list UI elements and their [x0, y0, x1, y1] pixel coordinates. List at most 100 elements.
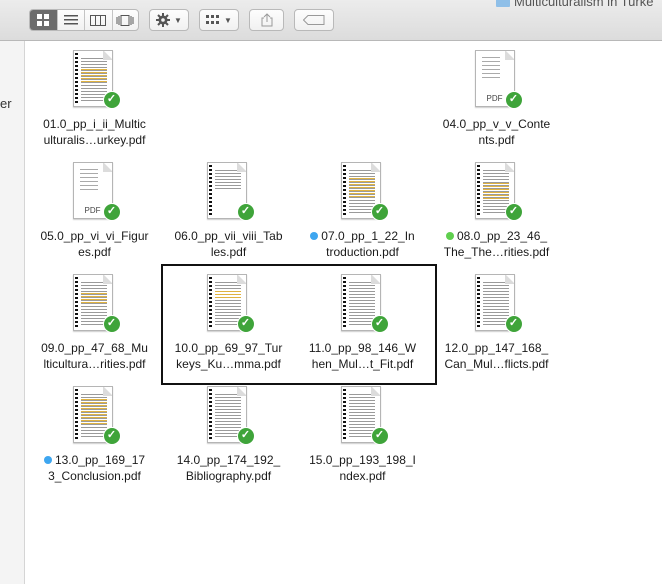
file-item[interactable]: PDF ✓ 04.0_pp_v_v_Conte nts.pdf [429, 50, 564, 162]
share-icon [261, 13, 272, 27]
action-menu-button[interactable]: ▼ [149, 9, 189, 31]
file-item[interactable]: ✓ 11.0_pp_98_146_W hen_Mul…t_Fit.pdf [295, 274, 430, 386]
arrange-menu-button[interactable]: ▼ [199, 9, 239, 31]
finder-toolbar: ▼ ▼ Multiculturalism in Turke [0, 0, 662, 41]
file-name-line1: 12.0_pp_147_168_ [444, 341, 549, 355]
file-name-line2: hen_Mul…t_Fit.pdf [311, 357, 414, 371]
file-name: 12.0_pp_147_168_ Can_Mul…flicts.pdf [429, 340, 564, 372]
file-name: 15.0_pp_193_198_I ndex.pdf [295, 452, 430, 484]
file-name: 05.0_pp_vi_vi_Figur es.pdf [27, 228, 162, 260]
pdf-file-icon: ✓ [205, 274, 255, 336]
sync-check-icon: ✓ [102, 427, 121, 445]
sync-check-icon: ✓ [236, 315, 255, 333]
file-item[interactable]: ✓ 08.0_pp_23_46_ The_The…rities.pdf [429, 162, 564, 274]
file-name-line2: 3_Conclusion.pdf [48, 469, 141, 483]
sync-check-icon: ✓ [370, 203, 389, 221]
window-title-text: Multiculturalism in Turke [514, 0, 654, 9]
file-name-line1: 09.0_pp_47_68_Mu [41, 341, 148, 355]
file-name-line1: 13.0_pp_169_17 [54, 453, 146, 467]
arrange-menu-inner: ▼ [200, 10, 238, 30]
sync-check-icon: ✓ [504, 91, 523, 109]
chevron-down-icon: ▼ [224, 15, 232, 25]
green-tag-dot [445, 232, 454, 240]
file-name-line1: 08.0_pp_23_46_ [456, 229, 548, 243]
file-name-line1: 05.0_pp_vi_vi_Figur [40, 229, 149, 243]
gear-icon [156, 13, 171, 27]
file-name: 11.0_pp_98_146_W hen_Mul…t_Fit.pdf [295, 340, 430, 372]
tag-inner [295, 10, 333, 30]
pdf-file-icon: ✓ [71, 50, 121, 112]
sync-check-icon: ✓ [370, 315, 389, 333]
pdf-file-icon: ✓ [205, 386, 255, 448]
view-mode-control [29, 9, 139, 31]
file-name-line2: Can_Mul…flicts.pdf [444, 357, 549, 371]
blue-tag-dot [310, 232, 319, 240]
sync-check-icon: ✓ [102, 315, 121, 333]
file-item[interactable]: ✓ 07.0_pp_1_22_In troduction.pdf [295, 162, 430, 274]
file-item[interactable]: ✓ 15.0_pp_193_198_I ndex.pdf [295, 386, 430, 498]
file-name: 01.0_pp_i_ii_Multic ulturalis…urkey.pdf [27, 116, 162, 148]
file-name-line2: lticultura…rities.pdf [43, 357, 146, 371]
file-name-line1: 11.0_pp_98_146_W [308, 341, 417, 355]
file-name: 04.0_pp_v_v_Conte nts.pdf [429, 116, 564, 148]
file-name-line2: nts.pdf [478, 133, 515, 147]
file-name-line2: keys_Ku…mma.pdf [176, 357, 281, 371]
file-name-line1: 14.0_pp_174_192_ [176, 453, 281, 467]
file-item[interactable]: ✓ 01.0_pp_i_ii_Multic ulturalis…urkey.pdf [27, 50, 162, 162]
icon-view-button[interactable] [30, 10, 58, 30]
pdf-file-icon: ✓ [339, 162, 389, 224]
sidebar: er [0, 41, 25, 584]
pdf-file-icon: ✓ [473, 162, 523, 224]
sync-check-icon: ✓ [236, 203, 255, 221]
file-name-line1: 06.0_pp_vii_viii_Tab [174, 229, 283, 243]
pdf-file-icon: ✓ [205, 162, 255, 224]
arrange-grid-icon [206, 15, 220, 24]
file-item[interactable]: ✓ 14.0_pp_174_192_ Bibliography.pdf [161, 386, 296, 498]
tag-icon [303, 15, 325, 25]
file-name: 06.0_pp_vii_viii_Tab les.pdf [161, 228, 296, 260]
file-name-line1: 04.0_pp_v_v_Conte [442, 117, 551, 131]
action-menu-inner: ▼ [150, 10, 188, 30]
file-item[interactable]: ✓ 10.0_pp_69_97_Tur keys_Ku…mma.pdf [161, 274, 296, 386]
pdf-file-icon: PDF ✓ [71, 162, 121, 224]
file-item[interactable]: ✓ 09.0_pp_47_68_Mu lticultura…rities.pdf [27, 274, 162, 386]
file-name: 08.0_pp_23_46_ The_The…rities.pdf [429, 228, 564, 260]
window-title: Multiculturalism in Turke [496, 0, 653, 9]
file-name-line2: ndex.pdf [339, 469, 386, 483]
file-name: 07.0_pp_1_22_In troduction.pdf [295, 228, 430, 260]
file-name-line2: The_The…rities.pdf [443, 245, 550, 259]
sync-check-icon: ✓ [102, 203, 121, 221]
sidebar-item-label[interactable]: er [0, 96, 12, 111]
file-name-line2: troduction.pdf [326, 245, 399, 259]
pdf-file-icon: PDF ✓ [473, 50, 523, 112]
file-name-line2: ulturalis…urkey.pdf [43, 133, 146, 147]
sync-check-icon: ✓ [102, 91, 121, 109]
sync-check-icon: ✓ [504, 203, 523, 221]
pdf-file-icon: ✓ [71, 274, 121, 336]
file-name: 09.0_pp_47_68_Mu lticultura…rities.pdf [27, 340, 162, 372]
pdf-file-icon: ✓ [473, 274, 523, 336]
share-inner [250, 10, 283, 30]
share-button[interactable] [249, 9, 284, 31]
file-name: 13.0_pp_169_17 3_Conclusion.pdf [27, 452, 162, 484]
file-name-line1: 15.0_pp_193_198_I [309, 453, 416, 467]
file-item[interactable]: PDF ✓ 05.0_pp_vi_vi_Figur es.pdf [27, 162, 162, 274]
file-item[interactable]: ✓ 13.0_pp_169_17 3_Conclusion.pdf [27, 386, 162, 498]
file-name-line1: 07.0_pp_1_22_In [321, 229, 415, 243]
file-name-line2: Bibliography.pdf [185, 469, 272, 483]
cover-flow-view-button[interactable] [113, 10, 139, 30]
pdf-file-icon: ✓ [339, 274, 389, 336]
list-view-button[interactable] [58, 10, 85, 30]
file-name: 10.0_pp_69_97_Tur keys_Ku…mma.pdf [161, 340, 296, 372]
column-view-button[interactable] [85, 10, 113, 30]
tag-button[interactable] [294, 9, 334, 31]
sync-check-icon: ✓ [236, 427, 255, 445]
file-item[interactable]: ✓ 06.0_pp_vii_viii_Tab les.pdf [161, 162, 296, 274]
file-name-line2: les.pdf [210, 245, 247, 259]
column-view-icon [90, 14, 107, 26]
file-name: 14.0_pp_174_192_ Bibliography.pdf [161, 452, 296, 484]
icon-view-icon [37, 14, 50, 26]
file-item[interactable]: ✓ 12.0_pp_147_168_ Can_Mul…flicts.pdf [429, 274, 564, 386]
pdf-file-icon: ✓ [71, 386, 121, 448]
pdf-file-icon: ✓ [339, 386, 389, 448]
